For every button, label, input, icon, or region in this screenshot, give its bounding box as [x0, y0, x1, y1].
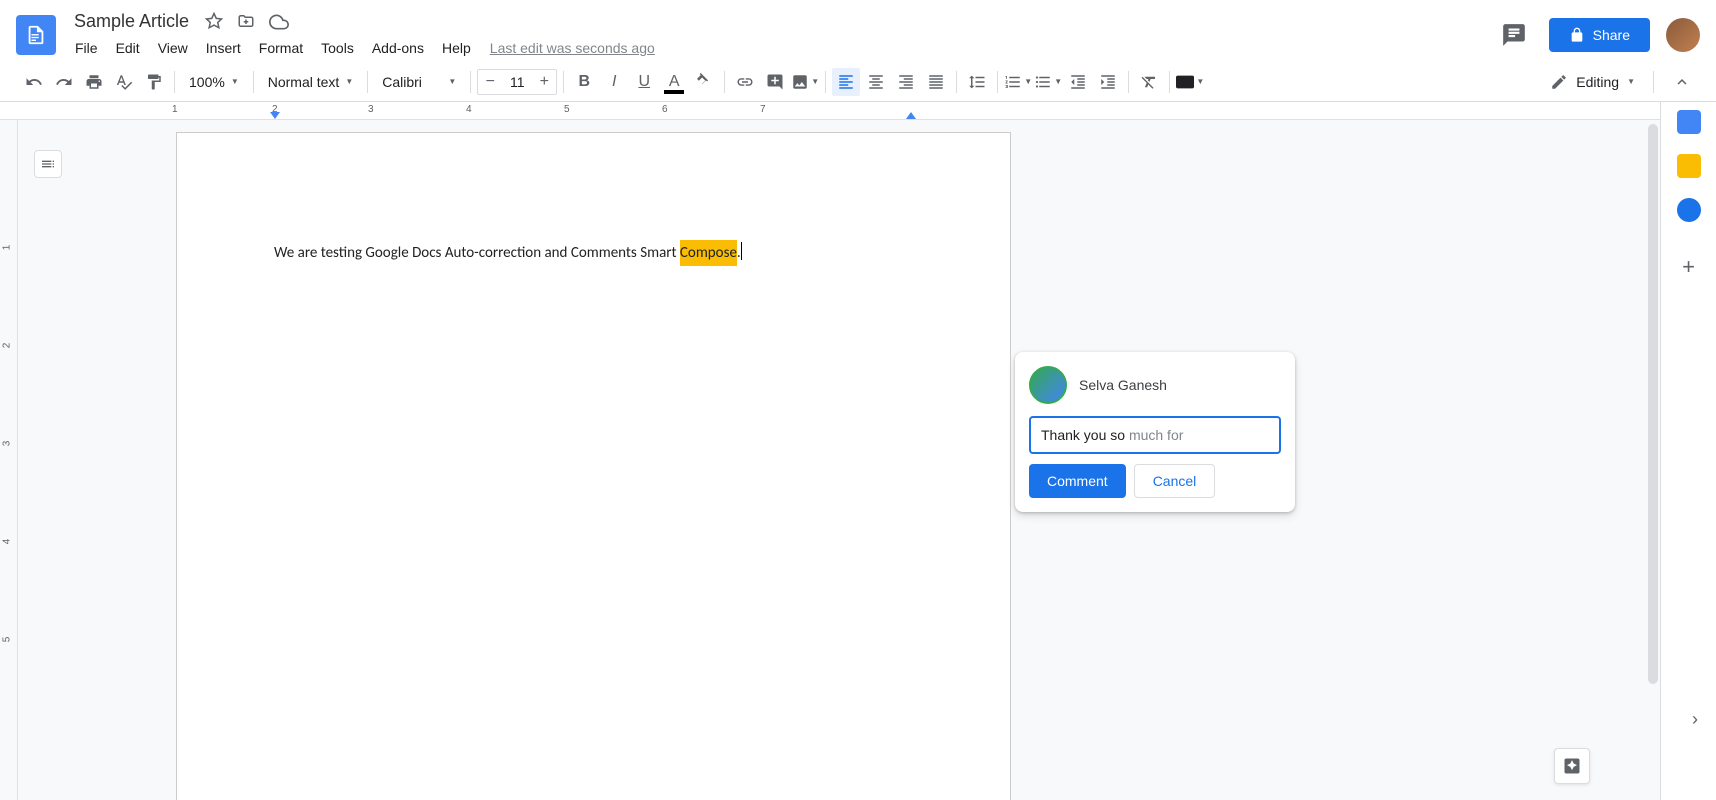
style-select[interactable]: Normal text▼	[260, 72, 362, 92]
mode-select[interactable]: Editing ▼	[1538, 69, 1647, 95]
print-button[interactable]	[80, 68, 108, 96]
menu-addons[interactable]: Add-ons	[365, 36, 431, 60]
document-title[interactable]: Sample Article	[68, 9, 195, 34]
menu-bar: File Edit View Insert Format Tools Add-o…	[68, 36, 1495, 60]
zoom-select[interactable]: 100%▼	[181, 72, 247, 92]
decrease-indent-button[interactable]	[1064, 68, 1092, 96]
align-left-button[interactable]	[832, 68, 860, 96]
menu-edit[interactable]: Edit	[109, 36, 147, 60]
page[interactable]: We are testing Google Docs Auto-correcti…	[176, 132, 1011, 800]
last-edit-link[interactable]: Last edit was seconds ago	[482, 36, 663, 60]
numbered-list-button[interactable]: ▼	[1004, 68, 1032, 96]
hide-menus-button[interactable]	[1668, 68, 1696, 96]
move-icon[interactable]	[237, 12, 255, 32]
ruler-mark: 1	[1, 245, 12, 251]
title-area: Sample Article File Edit View Insert For…	[68, 9, 1495, 60]
ruler-mark: 3	[1, 441, 12, 447]
hide-side-panel-button[interactable]: ›	[1692, 709, 1698, 730]
ruler-mark: 1	[172, 104, 178, 115]
explore-button[interactable]	[1554, 748, 1590, 784]
lock-icon	[1569, 27, 1585, 43]
menu-insert[interactable]: Insert	[199, 36, 248, 60]
vertical-ruler[interactable]: 1 2 3 4 5	[0, 120, 18, 800]
ruler-mark: 5	[564, 104, 570, 115]
calendar-app-icon[interactable]	[1677, 110, 1701, 134]
ruler-mark: 7	[760, 104, 766, 115]
share-button[interactable]: Share	[1549, 18, 1650, 52]
text-cursor	[741, 242, 742, 260]
scrollbar-thumb[interactable]	[1648, 124, 1658, 684]
clear-formatting-button[interactable]	[1135, 68, 1163, 96]
comment-suggestion-text: much for	[1129, 427, 1183, 443]
docs-logo[interactable]	[16, 15, 56, 55]
redo-button[interactable]	[50, 68, 78, 96]
indent-left-marker[interactable]	[270, 112, 280, 119]
comment-submit-button[interactable]: Comment	[1029, 464, 1126, 498]
zoom-value: 100%	[189, 74, 225, 90]
line-spacing-button[interactable]	[963, 68, 991, 96]
comment-popup: Selva Ganesh Thank you so much for Comme…	[1015, 352, 1295, 512]
menu-format[interactable]: Format	[252, 36, 310, 60]
ruler-mark: 5	[1, 637, 12, 643]
comment-cancel-button[interactable]: Cancel	[1134, 464, 1216, 498]
menu-file[interactable]: File	[68, 36, 105, 60]
style-value: Normal text	[268, 74, 340, 90]
ruler-mark: 6	[662, 104, 668, 115]
align-justify-button[interactable]	[922, 68, 950, 96]
spellcheck-button[interactable]	[110, 68, 138, 96]
ruler-mark: 2	[1, 343, 12, 349]
insert-link-button[interactable]	[731, 68, 759, 96]
font-size-control: − +	[477, 69, 557, 95]
toolbar: 100%▼ Normal text▼ Calibri▼ − + B I U A …	[0, 62, 1716, 102]
text-color-button[interactable]: A	[660, 68, 688, 96]
header: Sample Article File Edit View Insert For…	[0, 0, 1716, 62]
indent-right-marker[interactable]	[906, 112, 916, 119]
cloud-status-icon[interactable]	[269, 12, 289, 32]
insert-image-button[interactable]: ▼	[791, 68, 819, 96]
font-size-decrease[interactable]: −	[478, 70, 502, 94]
comment-input[interactable]: Thank you so much for	[1029, 416, 1281, 454]
bulleted-list-button[interactable]: ▼	[1034, 68, 1062, 96]
ruler-mark: 4	[1, 539, 12, 545]
open-comments-icon[interactable]	[1495, 16, 1533, 54]
comment-author-name: Selva Ganesh	[1079, 377, 1167, 393]
keep-app-icon[interactable]	[1677, 154, 1701, 178]
menu-help[interactable]: Help	[435, 36, 478, 60]
menu-tools[interactable]: Tools	[314, 36, 361, 60]
menu-view[interactable]: View	[151, 36, 195, 60]
italic-button[interactable]: I	[600, 68, 628, 96]
pencil-icon	[1550, 73, 1568, 91]
input-tools-button[interactable]: ▼	[1176, 68, 1204, 96]
undo-button[interactable]	[20, 68, 48, 96]
increase-indent-button[interactable]	[1094, 68, 1122, 96]
add-comment-button[interactable]	[761, 68, 789, 96]
highlight-button[interactable]	[690, 68, 718, 96]
comment-typed-text: Thank you so	[1041, 427, 1129, 443]
side-panel: + ›	[1660, 102, 1716, 800]
font-size-input[interactable]	[502, 74, 532, 90]
outline-toggle[interactable]	[34, 150, 62, 178]
tasks-app-icon[interactable]	[1677, 198, 1701, 222]
font-select[interactable]: Calibri▼	[374, 72, 464, 92]
font-value: Calibri	[382, 74, 422, 90]
underline-button[interactable]: U	[630, 68, 658, 96]
add-addon-button[interactable]: +	[1682, 254, 1695, 280]
ruler-mark: 4	[466, 104, 472, 115]
account-avatar[interactable]	[1666, 18, 1700, 52]
ruler-mark: 3	[368, 104, 374, 115]
align-center-button[interactable]	[862, 68, 890, 96]
horizontal-ruler[interactable]: 1 2 3 4 5 6 7	[0, 102, 1660, 120]
document-text[interactable]: We are testing Google Docs Auto-correcti…	[274, 244, 742, 262]
star-icon[interactable]	[205, 12, 223, 32]
mode-label: Editing	[1576, 74, 1619, 90]
align-right-button[interactable]	[892, 68, 920, 96]
paint-format-button[interactable]	[140, 68, 168, 96]
font-size-increase[interactable]: +	[532, 70, 556, 94]
canvas: 1 2 3 4 5 6 7 1 2 3 4 5 We are testin	[0, 102, 1660, 800]
bold-button[interactable]: B	[570, 68, 598, 96]
comment-author-avatar	[1029, 366, 1067, 404]
share-label: Share	[1593, 27, 1630, 43]
document-icon	[25, 21, 47, 49]
commented-text[interactable]: Compose	[680, 240, 737, 266]
